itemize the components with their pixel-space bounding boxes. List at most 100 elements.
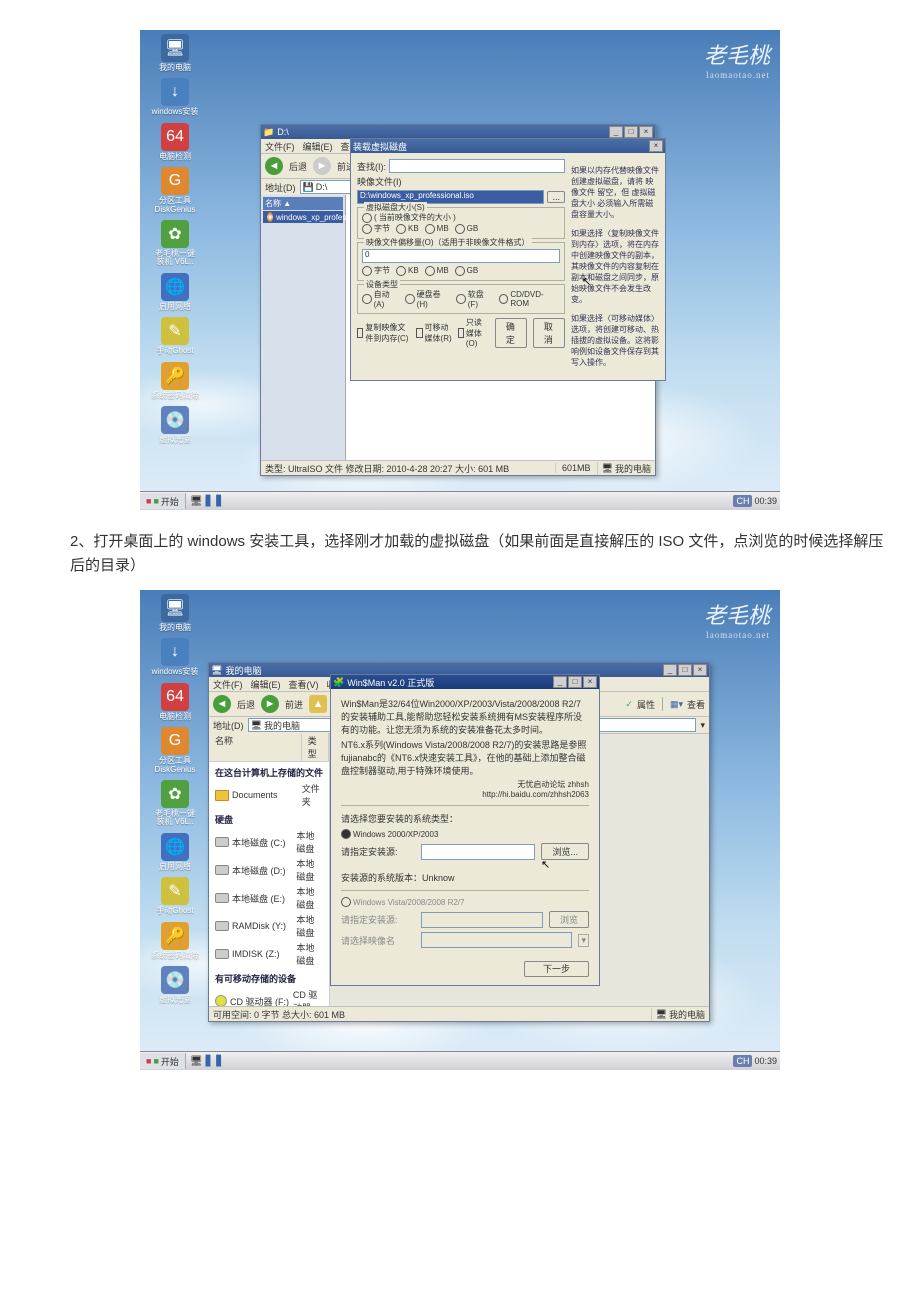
desktop-icon-windows-install[interactable]: ↓windows安装 <box>146 78 204 116</box>
quicklaunch-icon[interactable]: ▋ <box>216 496 224 507</box>
desktop-icon-onekey-ghost[interactable]: ✿老毛桃一键装机 V6L.. <box>146 220 204 267</box>
radio-byte2[interactable]: 字节 <box>362 265 390 276</box>
offset-input[interactable]: 0 <box>362 249 560 263</box>
maximize-button[interactable]: □ <box>678 664 692 676</box>
list-item[interactable]: RAMDisk (Y:)本地磁盘 <box>209 912 329 940</box>
explorer-sidepane[interactable]: 名称 ▲ ◉ windows_xp_professional.iso <box>261 195 346 461</box>
desktop-icon-virtual-cd[interactable]: 💿虚拟光驱 <box>146 966 204 1004</box>
properties-icon[interactable]: ✓ <box>625 699 633 710</box>
radio-gb2[interactable]: GB <box>455 266 479 276</box>
radio-option[interactable]: CD/DVD-ROM <box>499 290 560 308</box>
menu-item[interactable]: 编辑(E) <box>303 140 333 153</box>
list-item[interactable]: CD 驱动器 (F:)CD 驱动器 <box>209 987 329 1007</box>
dialog-titlebar[interactable]: 装载虚拟磁盘 × <box>351 139 665 153</box>
list-item[interactable]: IMDISK (Z:)本地磁盘 <box>209 940 329 968</box>
list-item[interactable]: 本地磁盘 (D:)本地磁盘 <box>209 856 329 884</box>
radio-option[interactable]: 自动(A) <box>362 289 399 309</box>
radio-current-size[interactable]: ( 当前映像文件的大小 ) <box>362 212 456 223</box>
dropdown-icon[interactable]: ▾ <box>700 720 705 731</box>
quicklaunch-icon[interactable]: ▋ <box>206 496 214 507</box>
explorer-listview[interactable]: 名称 类型 在这台计算机上存储的文件 Documents 文件夹 硬盘 本地磁盘… <box>209 733 330 1007</box>
menu-item[interactable]: 文件(F) <box>265 140 295 153</box>
radio-gb[interactable]: GB <box>455 224 479 234</box>
list-item[interactable]: 本地磁盘 (C:)本地磁盘 <box>209 828 329 856</box>
minimize-button[interactable]: _ <box>553 676 567 688</box>
back-button[interactable]: ◄ <box>213 695 231 713</box>
quicklaunch-icon[interactable]: ▋ <box>216 1056 224 1067</box>
col-name[interactable]: 名称 <box>209 733 302 761</box>
sidepane-file-item[interactable]: ◉ windows_xp_professional.iso <box>263 211 343 223</box>
quicklaunch-icon[interactable]: 🖥 <box>190 1056 203 1067</box>
dialog-close-button[interactable]: × <box>649 140 663 152</box>
list-item[interactable]: Documents 文件夹 <box>209 781 329 809</box>
computer-icon: 🖥 <box>251 720 262 731</box>
list-item[interactable]: 本地磁盘 (E:)本地磁盘 <box>209 884 329 912</box>
system-tray[interactable]: CH 00:39 <box>730 1055 780 1067</box>
radio-mb[interactable]: MB <box>425 224 449 234</box>
desktop-icon-manual-ghost[interactable]: ✎手动Ghost <box>146 317 204 355</box>
radio-vista[interactable]: Windows Vista/2008/2008 R2/7 <box>341 897 464 907</box>
desktop-icon-pwd-clear[interactable]: 🔑系统密码清除 <box>146 922 204 960</box>
browse-icon-button[interactable]: ... <box>547 191 565 203</box>
menu-item[interactable]: 编辑(E) <box>251 678 281 691</box>
desktop-icon-enable-net[interactable]: 🌐启用网络 <box>146 273 204 311</box>
quicklaunch-icon[interactable]: ▋ <box>206 1056 214 1067</box>
views-icon[interactable]: ▦▾ <box>670 699 683 710</box>
maximize-button[interactable]: □ <box>624 126 638 138</box>
cancel-button[interactable]: 取消 <box>533 318 565 348</box>
desktop-icon-pc-check[interactable]: 64电脑检测 <box>146 123 204 161</box>
next-button[interactable]: 下一步 <box>524 961 589 977</box>
radio-byte[interactable]: 字节 <box>362 223 390 234</box>
desktop-icon-manual-ghost[interactable]: ✎手动Ghost <box>146 877 204 915</box>
quicklaunch-icon[interactable]: 🖥 <box>190 496 203 507</box>
desktop-icon-pwd-clear[interactable]: 🔑系统密码清除 <box>146 362 204 400</box>
start-button[interactable]: ■■ 开始 <box>140 493 186 509</box>
browse-button[interactable]: 浏览... <box>541 843 589 860</box>
close-button[interactable]: × <box>583 676 597 688</box>
radio-mb2[interactable]: MB <box>425 266 449 276</box>
minimize-button[interactable]: _ <box>663 664 677 676</box>
taskbar[interactable]: ■■ 开始 🖥 ▋ ▋ CH 00:39 <box>140 1051 780 1070</box>
forward-button[interactable]: ► <box>313 157 331 175</box>
desktop-icon-diskgenius[interactable]: G分区工具DiskGenius <box>146 167 204 214</box>
radio-kb[interactable]: KB <box>396 224 419 234</box>
radio-option[interactable]: 硬盘卷(H) <box>405 289 450 309</box>
taskbar[interactable]: ■■ 开始 🖥 ▋ ▋ CH 00:39 <box>140 491 780 510</box>
desktop-icon-my-computer[interactable]: 🖥我的电脑 <box>146 594 204 632</box>
tray-lang[interactable]: CH <box>733 1055 752 1067</box>
system-tray[interactable]: CH 00:39 <box>730 495 780 507</box>
explorer-titlebar[interactable]: 📁 D:\ _ □ × <box>261 125 655 139</box>
back-button[interactable]: ◄ <box>265 157 283 175</box>
source-input[interactable] <box>421 844 535 860</box>
desktop-icon-onekey-ghost[interactable]: ✿老毛桃一键装机 V6L.. <box>146 780 204 827</box>
radio-option[interactable]: 软盘(F) <box>456 289 493 309</box>
desktop-icon-enable-net[interactable]: 🌐启用网络 <box>146 833 204 871</box>
menu-item[interactable]: 查看(V) <box>289 678 319 691</box>
radio-kb2[interactable]: KB <box>396 266 419 276</box>
close-button[interactable]: × <box>639 126 653 138</box>
tray-lang[interactable]: CH <box>733 495 752 507</box>
minimize-button[interactable]: _ <box>609 126 623 138</box>
start-button[interactable]: ■■ 开始 <box>140 1053 186 1069</box>
device-type-radios[interactable]: 自动(A) 硬盘卷(H) 软盘(F) CD/DVD-ROM <box>362 289 560 309</box>
maximize-button[interactable]: □ <box>568 676 582 688</box>
chk-copy-mem[interactable]: 复制映像文件到内存(C) <box>357 322 410 344</box>
lookin-input[interactable] <box>389 159 565 173</box>
desktop-icon-diskgenius[interactable]: G分区工具DiskGenius <box>146 727 204 774</box>
chk-removable[interactable]: 可移动媒体(R) <box>416 322 451 344</box>
close-button[interactable]: × <box>693 664 707 676</box>
menu-item[interactable]: 文件(F) <box>213 678 243 691</box>
desktop-icon-my-computer[interactable]: 🖥我的电脑 <box>146 34 204 72</box>
forward-button[interactable]: ► <box>261 695 279 713</box>
radio-winxp[interactable]: Windows 2000/XP/2003 <box>341 829 438 839</box>
desktop-icon-pc-check[interactable]: 64电脑检测 <box>146 683 204 721</box>
col-type[interactable]: 类型 <box>302 733 329 761</box>
chk-readonly[interactable]: 只读媒体(O) <box>458 317 489 348</box>
mount-dialog[interactable]: 装载虚拟磁盘 × 查找(I): 映像文件(I) D:\windows_xp_pr… <box>350 138 666 381</box>
winsman-dialog[interactable]: 🧩 Win$Man v2.0 正式版 _ □ × Win$Man是32/64位W… <box>330 674 600 986</box>
desktop-icon-virtual-cd[interactable]: 💿虚拟光驱 <box>146 406 204 444</box>
up-button[interactable]: ▲ <box>309 695 327 713</box>
ok-button[interactable]: 确定 <box>495 318 527 348</box>
desktop-icon-windows-install[interactable]: ↓windows安装 <box>146 638 204 676</box>
removable-list: CD 驱动器 (F:)CD 驱动器GRTMPVOL_CN (G:)CD 驱动器老… <box>209 987 329 1007</box>
